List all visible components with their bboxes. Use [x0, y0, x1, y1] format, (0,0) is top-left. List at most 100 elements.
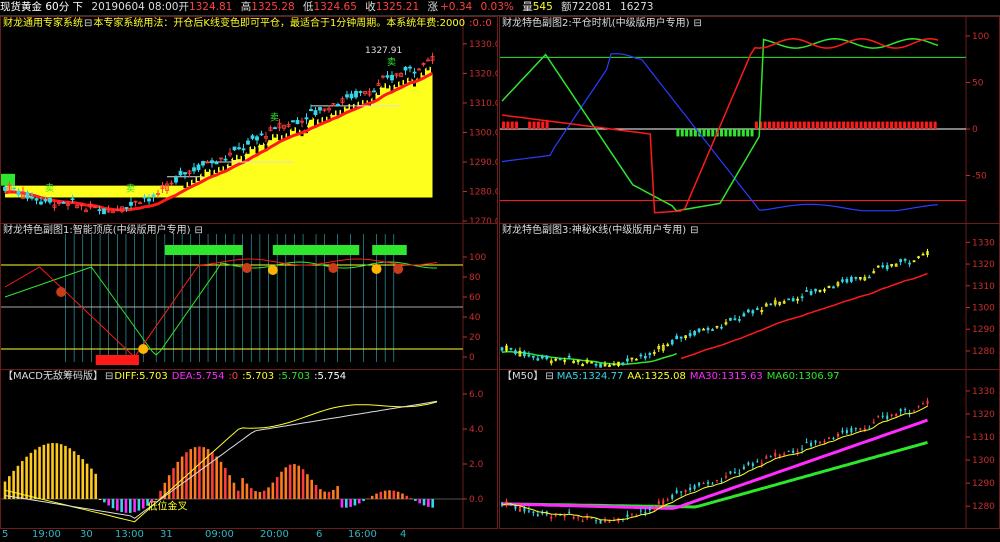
candle-body [791, 298, 795, 302]
candle-body [675, 335, 679, 340]
stair-block [188, 179, 191, 186]
candle-body [756, 461, 759, 463]
candle-body [595, 520, 598, 522]
time-axis-label: 16:00 [348, 529, 377, 540]
macd-bar [236, 490, 240, 499]
histogram-bar [545, 121, 549, 129]
candle-body [926, 400, 929, 404]
collapse-toggle-icon[interactable]: ⊟ [545, 371, 553, 382]
candle-body [358, 91, 363, 93]
top-bottom-chart[interactable]: 100 80 60 40 20 0 [1, 224, 497, 370]
sub2-panel[interactable]: 财龙特色副图2:平仓时机(中级版用户专用) ⊟ 100 50 0 -50 [499, 16, 1000, 225]
collapse-toggle-icon[interactable]: ⊟ [195, 225, 203, 236]
moving-average-chart[interactable]: 1330 1320 1310 1300 1290 1280 [500, 370, 999, 528]
candle-body [291, 120, 295, 123]
sub3-panel[interactable]: 财龙特色副图3:神秘K线(中级版用户专用) ⊟ 1330 1320 1310 1300 1… [499, 223, 1000, 371]
candle-body [250, 135, 255, 139]
candle-body [805, 442, 808, 444]
candle-body [313, 110, 318, 115]
sell-marker: 卖 [45, 183, 54, 194]
candle-body [801, 448, 804, 450]
system-extra: :0.:0 [469, 18, 492, 29]
y-tick-label: 1290 [972, 325, 995, 335]
exit-timing-chart[interactable]: 100 50 0 -50 [500, 17, 999, 224]
macd-bar [306, 474, 309, 499]
macd-bar [85, 463, 89, 499]
candle-body [514, 505, 517, 509]
panel-title: 【MACD无敌筹码版】 [3, 371, 103, 382]
m50-title: 【M50】 ⊟ MA5:1324.77 AA:1325.08 MA30:1315.63 M… [502, 371, 844, 383]
histogram-bar [824, 121, 828, 129]
candle-body [872, 421, 875, 424]
candle-body [796, 451, 799, 453]
stair-block [395, 81, 398, 88]
collapse-toggle-icon[interactable]: ⊟ [694, 18, 702, 29]
mystery-kline-chart[interactable]: 1330 1320 1310 1300 1290 1280 [500, 224, 999, 370]
macd-bar [414, 499, 417, 501]
collapse-toggle-icon[interactable]: ⊟ [105, 371, 113, 382]
candle-body [917, 406, 920, 408]
candle-body [742, 466, 745, 470]
aa-value: AA:1325.08 [627, 371, 686, 382]
red-line [501, 38, 939, 214]
open-interest-value: 16273 [620, 1, 654, 13]
collapse-toggle-icon[interactable]: ⊟ [84, 18, 92, 29]
stair-block [246, 147, 250, 154]
open-value: 1324.81 [188, 1, 233, 13]
candle-body [877, 416, 880, 418]
y-tick-label: 1330 [972, 387, 995, 397]
histogram-bar [767, 121, 771, 129]
macd-panel[interactable]: 【MACD无敌筹码版】 ⊟DIFF:5.703 DEA:5.754:0:5.703:… [0, 369, 498, 529]
candle-body [500, 347, 504, 351]
histogram-bar [802, 121, 806, 129]
main-chart-panel[interactable]: 财龙通用专家系统⊟本专家系统用法：开仓后K线变色即可平仓，最适合于1分钟周期。本… [0, 16, 498, 231]
macd-bar [332, 489, 335, 499]
sub1-panel[interactable]: 财龙特色副图1:智能顶底(中级版用户专用) ⊟ 100 80 60 40 20 0 [0, 223, 498, 371]
macd-bar [297, 465, 301, 499]
amount-value: 722081 [571, 1, 612, 13]
macd-chart[interactable]: 6.0 4.0 2.0 0.0 低位金叉 [1, 370, 497, 528]
histogram-bar [872, 121, 876, 129]
macd-bar [349, 499, 352, 507]
smiley-marker [138, 344, 149, 354]
candle-body [568, 511, 571, 513]
candle-body [742, 313, 746, 317]
candle-body [630, 513, 633, 515]
m50-panel[interactable]: 【M50】 ⊟ MA5:1324.77 AA:1325.08 MA30:1315.63 M… [499, 369, 1000, 529]
macd-bar [81, 459, 85, 499]
macd-bar [388, 490, 391, 499]
candle-body [671, 494, 674, 499]
candle-body [783, 453, 786, 456]
histogram-bar [772, 121, 776, 129]
main-candlestick-chart[interactable]: 1330.01320.01310.01300.01290.01280.01270… [1, 17, 497, 230]
candle-body [532, 355, 535, 358]
stair-block [278, 134, 281, 141]
histogram-bar [820, 121, 824, 129]
macd-bar [90, 468, 93, 499]
volume-value: 545 [532, 1, 553, 13]
candle-body [309, 108, 313, 112]
macd-bar [379, 491, 383, 499]
collapse-toggle-icon[interactable]: ⊟ [690, 225, 698, 236]
macd-bar [202, 447, 206, 499]
bottom-signal-bar [95, 355, 139, 365]
candle-body [232, 146, 237, 151]
y-tick-label: 1310.0 [469, 99, 497, 109]
macd-bar [68, 448, 72, 499]
macd-bar [224, 468, 227, 499]
macd-bar [344, 499, 348, 508]
y-tick-label: 50 [972, 79, 984, 89]
candle-body [904, 409, 907, 411]
histogram-bar [876, 121, 880, 129]
candle-body [505, 500, 508, 506]
candle-body [720, 480, 723, 482]
instrument-label: 现货黄金 60分 下 [0, 1, 84, 13]
candle-body [881, 415, 884, 417]
candle-body [255, 136, 259, 141]
macd-bar [77, 454, 80, 499]
stair-block [359, 99, 362, 106]
candle-body [836, 433, 839, 437]
macd-bar [357, 499, 361, 504]
time-axis-label: 20:00 [260, 529, 289, 540]
candle-body [867, 276, 871, 279]
